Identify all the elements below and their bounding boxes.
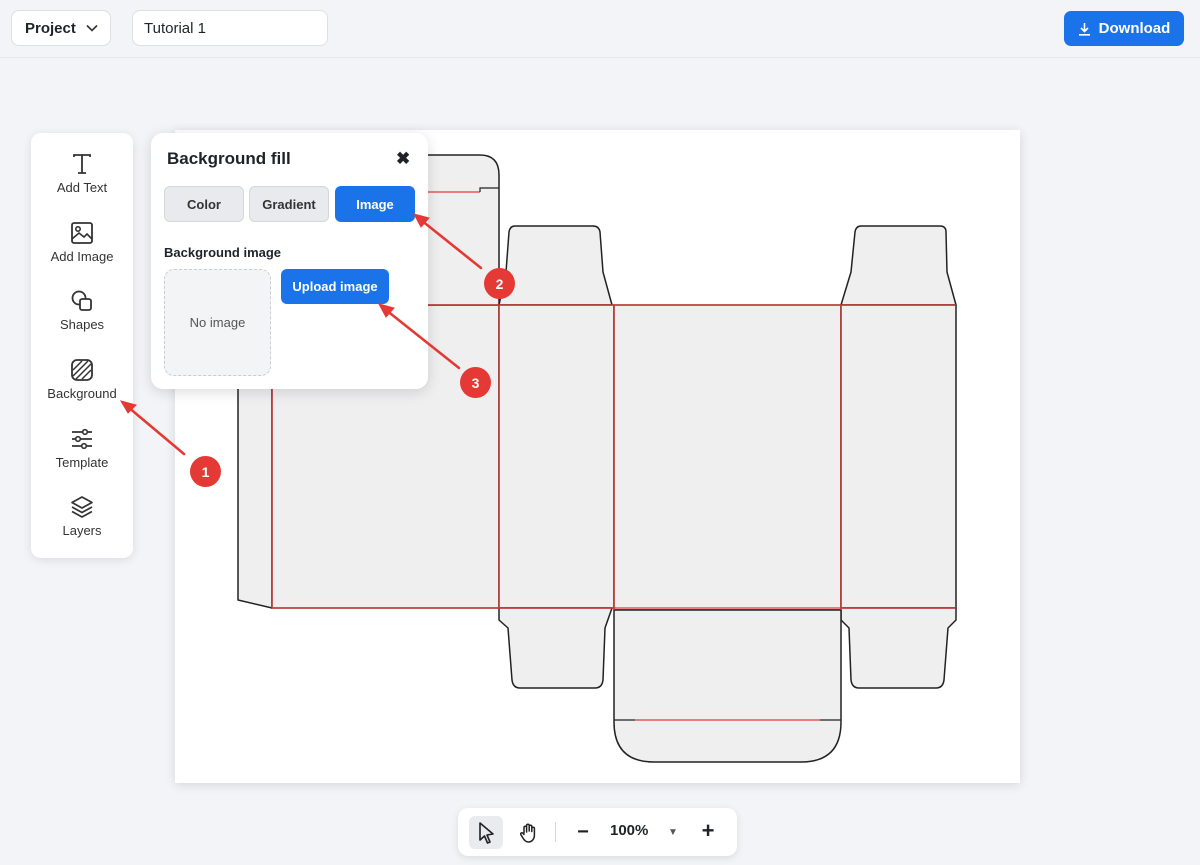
document-title-input[interactable] [132,10,328,46]
chevron-down-icon [86,24,98,32]
annotation-badge-2: 2 [484,268,515,299]
shapes-tool[interactable]: Shapes [31,288,133,348]
tab-image[interactable]: Image [335,186,415,222]
image-icon [71,222,93,244]
annotation-badge-1: 1 [190,456,221,487]
top-bar: Project Download [0,0,1200,58]
layers-icon [71,496,93,518]
zoom-dropdown[interactable]: ▼ [663,823,683,841]
tool-label: Shapes [59,317,105,332]
layers-tool[interactable]: Layers [31,494,133,554]
text-icon [73,154,91,174]
zoom-toolbar: − 100% ▼ + [458,808,737,856]
template-tool[interactable]: Template [31,426,133,486]
zoom-level: 100% [610,822,649,839]
shapes-icon [71,290,92,311]
zoom-out-button[interactable]: − [571,820,595,844]
cursor-icon [479,822,494,844]
select-tool[interactable] [469,816,503,849]
background-icon [71,359,93,381]
download-icon [1078,22,1090,36]
download-label: Download [1098,20,1171,37]
background-fill-panel: Background fill ✖ Color Gradient Image B… [151,133,428,389]
tool-label: Layers [62,523,102,538]
add-text-tool[interactable]: Add Text [31,151,133,211]
download-button[interactable]: Download [1064,11,1184,46]
close-icon[interactable]: ✖ [396,149,410,169]
tool-label: Background [47,386,117,401]
image-placeholder: No image [189,315,246,330]
add-image-tool[interactable]: Add Image [31,220,133,280]
section-label: Background image [164,245,282,260]
annotation-badge-3: 3 [460,367,491,398]
pan-tool[interactable] [512,816,546,849]
toolbar-divider [555,822,556,842]
tool-label: Template [55,455,109,470]
project-menu-button[interactable]: Project [11,10,111,46]
background-tool[interactable]: Background [31,357,133,417]
image-preview: No image [164,269,271,376]
zoom-in-button[interactable]: + [696,818,720,843]
tool-label: Add Image [50,249,114,264]
tab-gradient[interactable]: Gradient [249,186,329,222]
upload-image-button[interactable]: Upload image [281,269,389,304]
sliders-icon [72,428,92,450]
project-label: Project [25,19,76,37]
left-toolbar: Add Text Add Image Shapes Background Tem… [31,133,133,558]
tab-color[interactable]: Color [164,186,244,222]
hand-icon [520,823,536,843]
tool-label: Add Text [56,180,108,195]
panel-title: Background fill [167,149,291,168]
